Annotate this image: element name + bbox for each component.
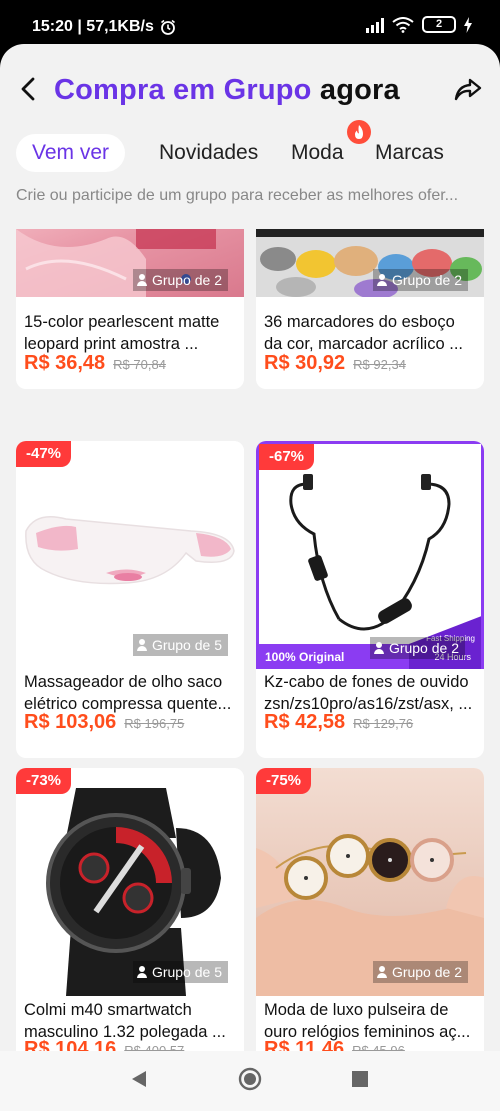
price-row: R$ 30,92 R$ 92,34 xyxy=(264,352,406,375)
group-size-tag: Grupo de 2 xyxy=(369,637,465,659)
product-name: Moda de luxo pulseira de ouro relógios f… xyxy=(264,1001,471,1041)
page-title: Compra em Grupo agora xyxy=(54,74,400,107)
system-nav-bar xyxy=(0,1051,500,1111)
discount-badge: -73% xyxy=(16,768,72,794)
product-grid: Grupo de 2 15-color pearlescent matte le… xyxy=(0,229,500,1051)
price-row: R$ 11,46 R$ 45,96 xyxy=(264,1038,405,1051)
tab-vem-ver[interactable]: Vem ver xyxy=(16,134,126,172)
person-icon xyxy=(376,966,387,978)
nav-recents-icon[interactable] xyxy=(352,1071,368,1087)
tab-moda[interactable]: Moda xyxy=(291,134,344,172)
image-caption-original: 100% Original xyxy=(265,650,345,664)
person-icon xyxy=(373,642,384,654)
current-price: R$ 11,46 xyxy=(264,1038,345,1051)
title-highlight: Compra em Grupo xyxy=(54,74,312,106)
product-image: 100% Original Fast Shipping 24 Hours -67… xyxy=(256,441,484,669)
product-card[interactable]: -73% Grupo de 5 Colmi m40 smartwatch mas… xyxy=(16,768,244,1051)
discount-badge: -67% xyxy=(259,444,315,470)
header: Compra em Grupo agora xyxy=(0,44,500,134)
product-card[interactable]: -47% Grupo de 5 Massageador de olho saco… xyxy=(16,441,244,758)
product-image: -73% Grupo de 5 xyxy=(16,768,244,996)
tab-marcas[interactable]: Marcas xyxy=(375,134,444,172)
group-size-tag: Grupo de 5 xyxy=(132,961,228,983)
product-name: 15-color pearlescent matte leopard print… xyxy=(24,313,220,353)
product-card[interactable]: Grupo de 2 36 marcadores do esboço da co… xyxy=(256,229,484,389)
title-suffix: agora xyxy=(319,74,400,106)
original-price: R$ 400,57 xyxy=(124,1043,185,1051)
nav-home-icon[interactable] xyxy=(238,1067,262,1091)
person-icon xyxy=(136,966,147,978)
original-price: R$ 70,84 xyxy=(113,357,166,372)
product-name: Massageador de olho saco elétrico compre… xyxy=(24,673,232,713)
discount-badge: -75% xyxy=(256,768,312,794)
status-bar: 15:20 | 57,1KB/s 2 xyxy=(0,0,500,44)
product-image: -75% Grupo de 2 xyxy=(256,768,484,996)
wifi-icon xyxy=(392,16,414,33)
hot-flame-icon xyxy=(347,120,371,144)
tab-novidades[interactable]: Novidades xyxy=(159,134,258,172)
category-tabs: Vem ver Novidades Moda Marcas xyxy=(0,120,500,174)
original-price: R$ 196,75 xyxy=(124,716,185,731)
original-price: R$ 129,76 xyxy=(353,716,414,731)
product-image: Grupo de 2 xyxy=(256,229,484,297)
price-row: R$ 36,48 R$ 70,84 xyxy=(24,352,166,375)
status-time: 15:20 | 57,1KB/s xyxy=(32,18,154,35)
product-name: 36 marcadores do esboço da cor, marcador… xyxy=(264,313,463,353)
current-price: R$ 42,58 xyxy=(264,711,346,733)
main-sheet: Compra em Grupo agora Vem ver Novidades … xyxy=(0,44,500,1111)
product-card[interactable]: 100% Original Fast Shipping 24 Hours -67… xyxy=(256,441,484,758)
person-icon xyxy=(136,639,147,651)
product-card[interactable]: -75% Grupo de 2 Moda de luxo pulseira de… xyxy=(256,768,484,1051)
current-price: R$ 30,92 xyxy=(264,352,346,374)
current-price: R$ 104,16 xyxy=(24,1038,117,1051)
group-buy-description: Crie ou participe de um grupo para receb… xyxy=(16,187,459,204)
product-name: Colmi m40 smartwatch masculino 1.32 pole… xyxy=(24,1001,226,1041)
charging-icon xyxy=(464,16,472,33)
person-icon xyxy=(376,274,387,286)
alarm-icon xyxy=(160,19,175,35)
original-price: R$ 45,96 xyxy=(352,1043,405,1051)
product-image: Grupo de 2 xyxy=(16,229,244,297)
price-row: R$ 104,16 R$ 400,57 xyxy=(24,1038,184,1051)
person-icon xyxy=(136,274,147,286)
product-card[interactable]: Grupo de 2 15-color pearlescent matte le… xyxy=(16,229,244,389)
group-size-tag: Grupo de 2 xyxy=(132,269,228,291)
signal-icon xyxy=(366,17,384,33)
group-size-tag: Grupo de 2 xyxy=(372,269,468,291)
product-name: Kz-cabo de fones de ouvido zsn/zs10pro/a… xyxy=(264,673,473,713)
nav-back-icon[interactable] xyxy=(130,1069,148,1089)
price-row: R$ 42,58 R$ 129,76 xyxy=(264,711,413,734)
original-price: R$ 92,34 xyxy=(353,357,406,372)
share-icon[interactable] xyxy=(452,74,484,106)
current-price: R$ 36,48 xyxy=(24,352,106,374)
product-image: -47% Grupo de 5 xyxy=(16,441,244,669)
current-price: R$ 103,06 xyxy=(24,711,117,733)
battery-icon: 2 xyxy=(422,16,456,33)
discount-badge: -47% xyxy=(16,441,72,467)
group-size-tag: Grupo de 2 xyxy=(372,961,468,983)
back-arrow-icon[interactable] xyxy=(16,74,40,104)
price-row: R$ 103,06 R$ 196,75 xyxy=(24,711,184,734)
group-size-tag: Grupo de 5 xyxy=(132,634,228,656)
